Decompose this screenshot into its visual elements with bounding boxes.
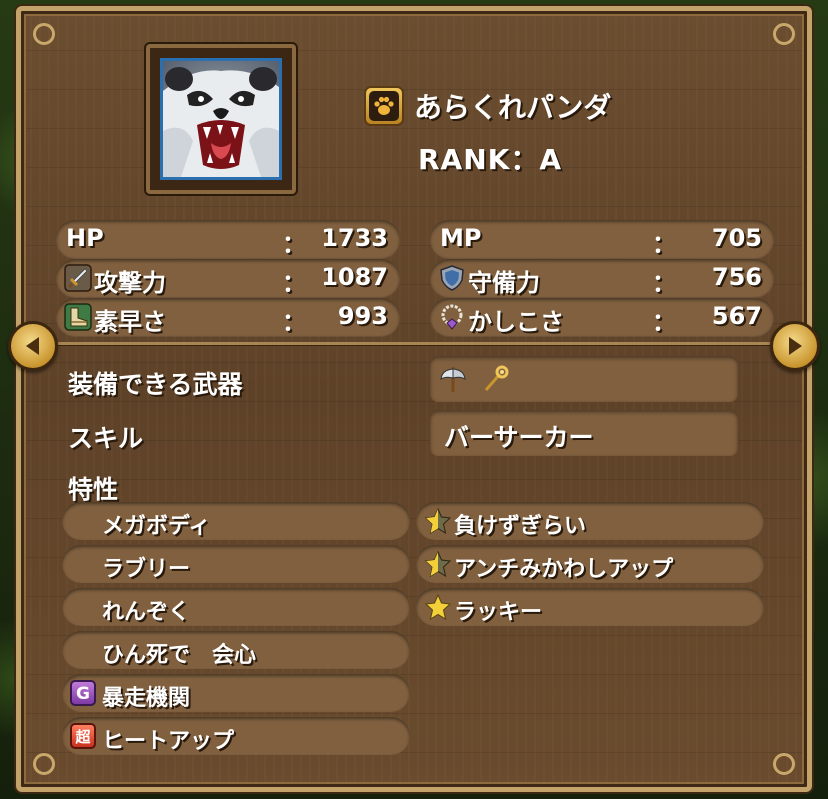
paw-icon bbox=[374, 96, 394, 115]
trait-item[interactable]: ひん死で 会心 bbox=[62, 631, 410, 669]
trait-item[interactable]: 超 ヒートアップ bbox=[62, 717, 410, 755]
sword-icon bbox=[64, 264, 92, 292]
skill-label: スキル bbox=[68, 424, 144, 453]
boot-icon bbox=[64, 303, 92, 331]
ornament-corner bbox=[33, 23, 55, 45]
g-badge-icon: G bbox=[70, 680, 96, 706]
stat-value: 567 bbox=[711, 302, 762, 330]
equipment-box bbox=[430, 356, 738, 402]
super-badge-icon: 超 bbox=[70, 723, 96, 749]
stat-colon: ： bbox=[282, 269, 306, 297]
trait-text: ヒートアップ bbox=[102, 729, 235, 754]
arrow-left-icon bbox=[26, 337, 39, 355]
stat-label: MP bbox=[440, 224, 482, 252]
monster-rank: RANK：A bbox=[418, 143, 563, 176]
star-half-icon bbox=[424, 550, 452, 578]
star-icon bbox=[424, 593, 452, 621]
trait-text: 負けずぎらい bbox=[454, 514, 587, 539]
ornament-corner bbox=[773, 23, 795, 45]
ornament-corner bbox=[773, 753, 795, 775]
stat-colon: ： bbox=[282, 230, 306, 258]
stat-value: 705 bbox=[711, 224, 762, 252]
family-badge bbox=[364, 86, 404, 126]
trait-text: アンチみかわしアップ bbox=[454, 557, 674, 582]
stat-value: 1733 bbox=[321, 224, 388, 252]
star-half-icon bbox=[424, 507, 452, 535]
stat-value: 993 bbox=[337, 302, 388, 330]
stat-label: HP bbox=[66, 224, 104, 252]
trait-text: ラブリー bbox=[102, 557, 191, 582]
stat-hp: HP ： 1733 bbox=[56, 220, 400, 258]
arrow-right-icon bbox=[789, 337, 802, 355]
trait-item[interactable]: れんぞく bbox=[62, 588, 410, 626]
trait-text: 暴走機関 bbox=[102, 686, 191, 711]
trait-item[interactable]: 負けずぎらい bbox=[416, 502, 764, 540]
stat-colon: ： bbox=[652, 269, 676, 297]
monster-portrait bbox=[160, 58, 282, 180]
trait-item[interactable]: G 暴走機関 bbox=[62, 674, 410, 712]
stat-attack: 攻撃力 ： 1087 bbox=[56, 259, 400, 297]
previous-monster-button[interactable] bbox=[8, 321, 58, 371]
stat-label: かしこさ bbox=[468, 308, 564, 336]
trait-text: ひん死で 会心 bbox=[102, 643, 257, 668]
stat-label: 守備力 bbox=[468, 269, 540, 297]
stat-defense: 守備力 ： 756 bbox=[430, 259, 774, 297]
trait-item[interactable]: アンチみかわしアップ bbox=[416, 545, 764, 583]
shield-icon bbox=[440, 265, 464, 291]
ring-icon bbox=[441, 304, 463, 330]
monster-portrait-frame bbox=[146, 44, 296, 194]
trait-text: メガボディ bbox=[102, 514, 211, 539]
stat-mp: MP ： 705 bbox=[430, 220, 774, 258]
stat-colon: ： bbox=[652, 230, 676, 258]
stat-label: 素早さ bbox=[94, 308, 166, 336]
stat-colon: ： bbox=[652, 308, 676, 336]
next-monster-button[interactable] bbox=[770, 321, 820, 371]
stat-value: 1087 bbox=[321, 263, 388, 291]
stat-colon: ： bbox=[282, 308, 306, 336]
staff-icon bbox=[484, 365, 509, 391]
monster-title: あらくれパンダ bbox=[364, 86, 611, 126]
stat-agility: 素早さ ： 993 bbox=[56, 298, 400, 336]
equipment-label: 装備できる武器 bbox=[68, 370, 243, 399]
panda-face-icon bbox=[163, 67, 279, 177]
skill-value: バーサーカー bbox=[444, 423, 594, 452]
traits-label: 特性 bbox=[68, 475, 119, 504]
monster-name: あらくれパンダ bbox=[414, 91, 612, 124]
axe-icon bbox=[440, 367, 466, 392]
trait-item[interactable]: ラッキー bbox=[416, 588, 764, 626]
stat-wisdom: かしこさ ： 567 bbox=[430, 298, 774, 336]
trait-text: れんぞく bbox=[102, 600, 191, 625]
stat-value: 756 bbox=[711, 263, 762, 291]
skill-box[interactable]: バーサーカー bbox=[430, 410, 738, 456]
ornament-corner bbox=[33, 753, 55, 775]
trait-item[interactable]: ラブリー bbox=[62, 545, 410, 583]
stat-label: 攻撃力 bbox=[94, 269, 166, 297]
trait-item[interactable]: メガボディ bbox=[62, 502, 410, 540]
trait-text: ラッキー bbox=[454, 600, 543, 625]
section-divider bbox=[46, 342, 776, 345]
